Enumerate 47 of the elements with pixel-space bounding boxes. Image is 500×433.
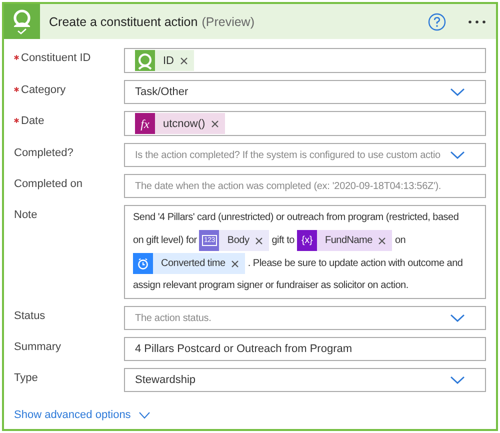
advanced-options-link[interactable]: Show advanced options (14, 409, 131, 422)
chevron-down-icon (450, 376, 465, 385)
field-label: Date (21, 115, 44, 127)
person-check-icon (11, 8, 33, 34)
chevron-down-icon (450, 88, 465, 96)
remove-icon[interactable] (255, 236, 264, 244)
remove-icon[interactable] (180, 56, 188, 64)
remove-icon[interactable] (211, 120, 220, 128)
field-label: Summary (14, 341, 62, 354)
note-text: assign relevant program signer or fundraiser as solicitor on action. (133, 280, 408, 292)
preview-note: (Preview) (202, 14, 254, 28)
dropdown[interactable]: Task/Other (124, 80, 486, 104)
card-title: Create a constituent action (49, 14, 198, 28)
remove-icon[interactable] (231, 260, 240, 268)
chevron-down-icon (450, 150, 465, 160)
token-chip[interactable]: {x} FundName (296, 230, 392, 251)
note-text: gift to (272, 235, 294, 246)
note-field[interactable] (124, 205, 486, 300)
token-field[interactable]: ID (124, 48, 486, 73)
token-chip[interactable]: ID (135, 50, 194, 71)
remove-icon[interactable] (378, 236, 386, 244)
note-text: Send '4 Pillars' card (unrestricted) or outreach from program (restricted, based (133, 212, 459, 223)
token-chip[interactable]: fx utcnow() (135, 113, 226, 134)
text-field[interactable]: 4 Pillars Postcard or Outreach from Program (124, 337, 486, 362)
field-label: Completed? (14, 147, 74, 159)
token-chip[interactable]: Converted time (133, 253, 246, 274)
note-text: on gift level) for (133, 235, 197, 246)
token-icon: fx (135, 113, 155, 134)
chevron-down-icon (450, 314, 465, 323)
field-label: Completed on (14, 178, 82, 190)
help-icon[interactable] (428, 12, 446, 30)
field-label: Category (21, 84, 66, 96)
text-field[interactable]: The date when the action was completed (ex: '2020-09-18T04:13:56Z'). (124, 174, 486, 198)
dropdown[interactable]: Stewardship (124, 368, 486, 392)
note-text: . Please be sure to update action with outcome and (248, 258, 463, 270)
field-label: Type (14, 372, 38, 384)
token-field[interactable]: fx utcnow() (124, 111, 486, 136)
note-text: on (394, 235, 406, 246)
token-icon: {x} (296, 230, 317, 251)
chevron-down-icon[interactable] (138, 412, 150, 419)
field-label: Status (14, 310, 46, 322)
more-icon[interactable] (468, 20, 486, 24)
dropdown[interactable]: Is the action completed? If the system is configured to use custom actio (124, 143, 486, 167)
clock-icon (137, 258, 149, 270)
field-label: Constituent ID (21, 52, 91, 64)
dropdown[interactable]: The action status. (124, 306, 486, 330)
field-label: Note (14, 209, 38, 221)
